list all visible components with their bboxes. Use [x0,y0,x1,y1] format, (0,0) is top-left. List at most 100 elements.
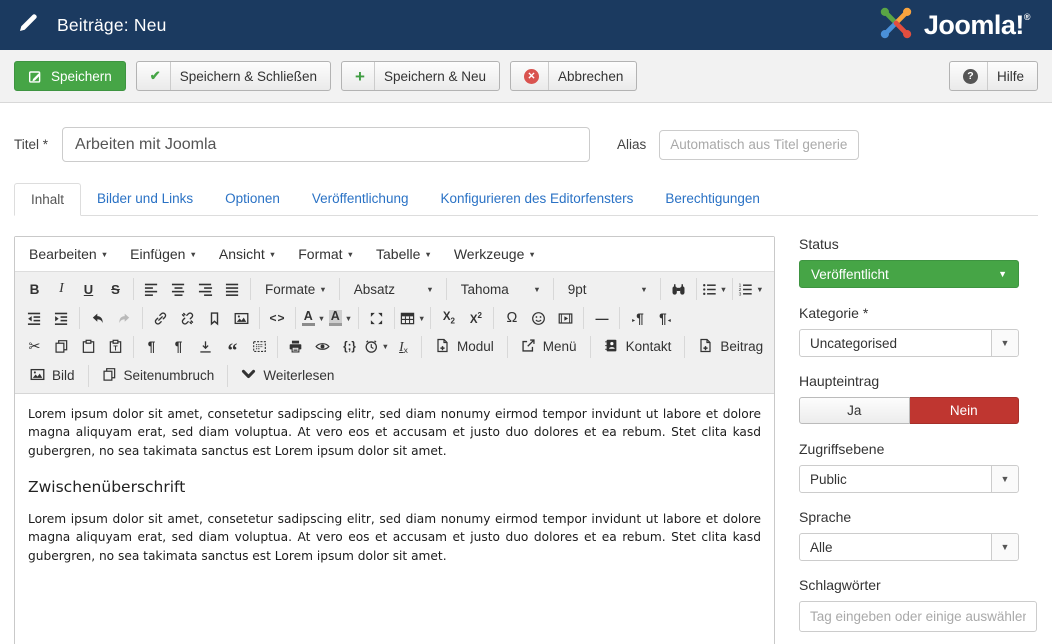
find-replace-icon[interactable] [666,277,691,301]
toolbar-separator [133,278,134,300]
editor-button-beitrag[interactable]: Beitrag [689,334,772,359]
editor-select-formate[interactable]: Formate▼ [256,276,334,302]
chevron-down-icon[interactable]: ▼ [991,534,1018,560]
redo-icon[interactable] [112,306,137,330]
editor-menu-bearbeiten[interactable]: Bearbeiten▼ [18,237,119,271]
print-icon[interactable] [283,335,308,359]
align-center-icon[interactable] [166,277,191,301]
save-button[interactable]: Speichern [14,61,126,91]
editor-menu-einf-gen[interactable]: Einfügen▼ [119,237,208,271]
editor-button-weiterlesen[interactable]: Weiterlesen [232,363,343,388]
check-icon: ✔ [150,62,171,90]
underline-icon[interactable]: U [76,277,101,301]
link-icon[interactable] [148,306,173,330]
bullet-list-icon[interactable]: ▼ [702,277,727,301]
editor-button-seitenumbruch[interactable]: Seitenumbruch [93,363,224,388]
table-icon[interactable]: ▼ [400,306,425,330]
bold-icon[interactable]: B [22,277,47,301]
brand-text: Joomla!® [924,10,1030,41]
editor-button-men[interactable]: Menü [512,334,586,359]
strikethrough-icon[interactable]: S [103,277,128,301]
editor-toolbar-row: Bild Seitenumbruch Weiterlesen [17,361,772,390]
tags-input[interactable] [799,601,1037,632]
chevron-down-icon[interactable]: ▼ [991,466,1018,492]
visual-blocks-icon[interactable]: ¶ [166,335,191,359]
cut-icon[interactable]: ✂ [22,335,47,359]
tab-inhalt[interactable]: Inhalt [14,183,81,216]
access-select[interactable]: Public ▼ [799,465,1019,493]
align-left-icon[interactable] [139,277,164,301]
fullscreen-icon[interactable] [364,306,389,330]
rtl-paragraph-icon[interactable]: ¶◂ [652,306,677,330]
horizontal-rule-icon[interactable]: — [589,306,614,330]
tab-ver-ffentlichung[interactable]: Veröffentlichung [296,183,425,216]
editor-menu-format[interactable]: Format▼ [287,237,365,271]
insert-datetime-icon[interactable]: ▼ [364,335,389,359]
media-icon[interactable] [553,306,578,330]
code-sample-icon[interactable]: {;} [337,335,362,359]
featured-yes-button[interactable]: Ja [799,397,910,424]
superscript-icon[interactable]: X2 [463,306,488,330]
editor-button-modul[interactable]: Modul [426,334,503,359]
featured-no-button[interactable]: Nein [910,397,1020,424]
toolbar-separator [732,278,733,300]
undo-icon[interactable] [85,306,110,330]
text-color-icon[interactable]: A▼ [301,306,326,330]
help-button[interactable]: ?Hilfe [949,61,1038,91]
editor-menu-werkzeuge[interactable]: Werkzeuge▼ [443,237,547,271]
preview-icon[interactable] [310,335,335,359]
insert-template-icon[interactable] [193,335,218,359]
alias-input[interactable] [659,130,859,160]
title-label: Titel * [14,137,48,152]
editor-select-absatz[interactable]: Absatz▼ [345,276,441,302]
toolbar-separator [394,307,395,329]
tab-optionen[interactable]: Optionen [209,183,296,216]
subscript-icon[interactable]: X2 [436,306,461,330]
toolbar-separator [590,336,591,358]
paste-text-icon[interactable]: T [103,335,128,359]
editor-button-kontakt[interactable]: Kontakt [595,334,681,359]
indent-icon[interactable] [49,306,74,330]
copy-icon[interactable] [49,335,74,359]
unlink-icon[interactable] [175,306,200,330]
save-close-button[interactable]: ✔Speichern & Schließen [136,61,331,91]
toolbar-separator [553,278,554,300]
emoticons-icon[interactable] [526,306,551,330]
editor-menu-ansicht[interactable]: Ansicht▼ [208,237,287,271]
editor-select-9pt[interactable]: 9pt▼ [559,276,655,302]
template-icon[interactable] [247,335,272,359]
toolbar-separator [446,278,447,300]
ltr-paragraph-icon[interactable]: ▸¶ [625,306,650,330]
category-select[interactable]: Uncategorised ▼ [799,329,1019,357]
image-icon[interactable] [229,306,254,330]
tab-konfigurieren-des-editorfensters[interactable]: Konfigurieren des Editorfensters [424,183,649,216]
blockquote-icon[interactable]: “ [220,335,245,359]
align-justify-icon[interactable] [220,277,245,301]
numbered-list-icon[interactable]: 123▼ [738,277,763,301]
toolbar-separator [660,278,661,300]
italic-icon[interactable]: I [49,277,74,301]
language-select[interactable]: Alle ▼ [799,533,1019,561]
editor-select-tahoma[interactable]: Tahoma▼ [452,276,548,302]
title-input[interactable] [62,127,590,162]
remove-format-icon[interactable]: Ix [391,335,416,359]
chevron-down-icon[interactable]: ▼ [991,330,1018,356]
align-right-icon[interactable] [193,277,218,301]
editor-button-bild[interactable]: Bild [21,363,84,388]
outdent-icon[interactable] [22,306,47,330]
anchor-icon[interactable] [202,306,227,330]
editor-content[interactable]: Lorem ipsum dolor sit amet, consetetur s… [15,394,774,644]
cancel-button[interactable]: ✕Abbrechen [510,61,637,91]
toolbar-separator [277,336,278,358]
joomla-logo: Joomla!® [877,4,1030,47]
special-character-icon[interactable]: Ω [499,306,524,330]
visual-chars-icon[interactable]: ¶ [139,335,164,359]
background-color-icon[interactable]: A▼ [328,306,353,330]
paste-icon[interactable] [76,335,101,359]
tab-berechtigungen[interactable]: Berechtigungen [649,183,776,216]
source-code-icon[interactable]: <> [265,306,290,330]
save-new-button[interactable]: +Speichern & Neu [341,61,500,91]
status-select[interactable]: Veröffentlicht ▼ [799,260,1019,288]
tab-bilder-und-links[interactable]: Bilder und Links [81,183,209,216]
editor-menu-tabelle[interactable]: Tabelle▼ [365,237,443,271]
